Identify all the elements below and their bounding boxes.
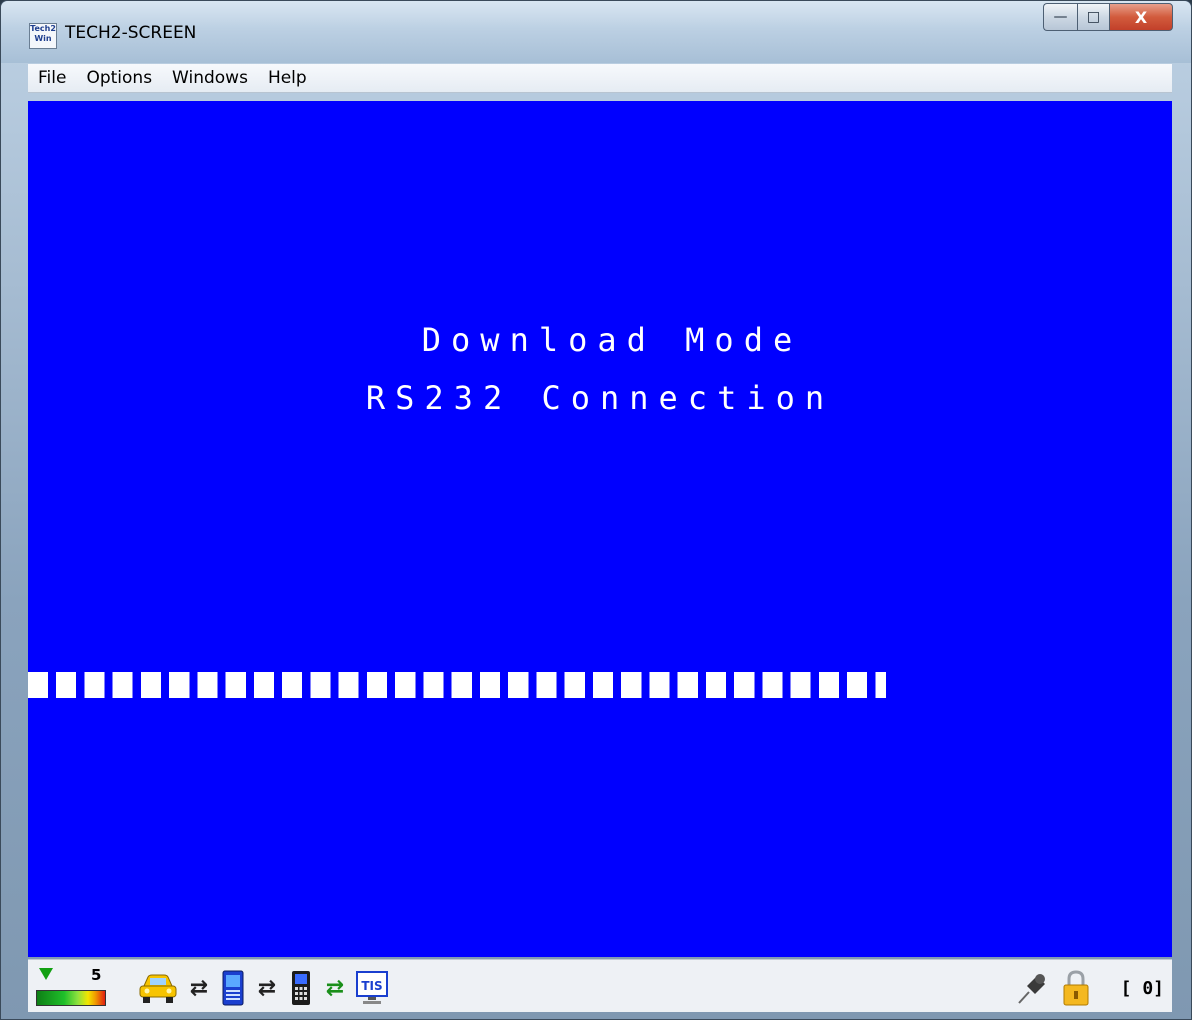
signal-arrow-icon [39,968,53,980]
tis-icon[interactable]: TIS [354,968,390,1008]
tis-label: TIS [361,979,382,993]
menu-file[interactable]: File [28,68,76,88]
close-button[interactable]: X [1109,3,1173,31]
download-progress [28,672,1172,698]
tech2-device-icon[interactable] [218,968,248,1008]
swap-arrows-icon: ⇄ [189,975,209,1001]
message-count: [ 0] [1120,977,1164,999]
swap-arrows-icon: ⇄ [257,975,277,1001]
swap-arrows-icon: ⇄ [325,975,345,1001]
maximize-button[interactable]: □ [1077,3,1109,31]
signal-value: 5 [91,966,102,984]
title-bar[interactable]: Tech2 Win TECH2-SCREEN — □ X [1,1,1191,63]
tech2-display: Download Mode RS232 Connection [28,101,1172,957]
pin-icon[interactable] [1015,968,1049,1008]
connection-chain: ⇄ ⇄ ⇄ TIS [136,968,390,1008]
signal-bar [36,990,106,1006]
car-icon[interactable] [136,968,180,1008]
minimize-button[interactable]: — [1043,3,1077,31]
menu-help[interactable]: Help [258,68,317,88]
connection-type: RS232 Connection [365,379,835,417]
app-window: Tech2 Win TECH2-SCREEN — □ X File Option… [0,0,1192,1020]
menu-options[interactable]: Options [76,68,162,88]
mode-title: Download Mode [421,321,803,359]
status-bar: 5 ⇄ ⇄ ⇄ TIS [0] [28,959,1172,1012]
signal-meter-icon: 5 [36,966,106,1008]
lock-icon[interactable] [1061,968,1091,1008]
menu-windows[interactable]: Windows [162,68,258,88]
window-title: TECH2-SCREEN [65,23,197,43]
status-right: [ 0] [1015,966,1164,1010]
download-progress-fill [28,672,886,698]
app-icon: Tech2 Win [29,23,57,49]
handset-icon[interactable] [286,968,316,1008]
window-controls: — □ X [1043,3,1173,33]
menu-bar: File Options Windows Help [28,64,1172,93]
